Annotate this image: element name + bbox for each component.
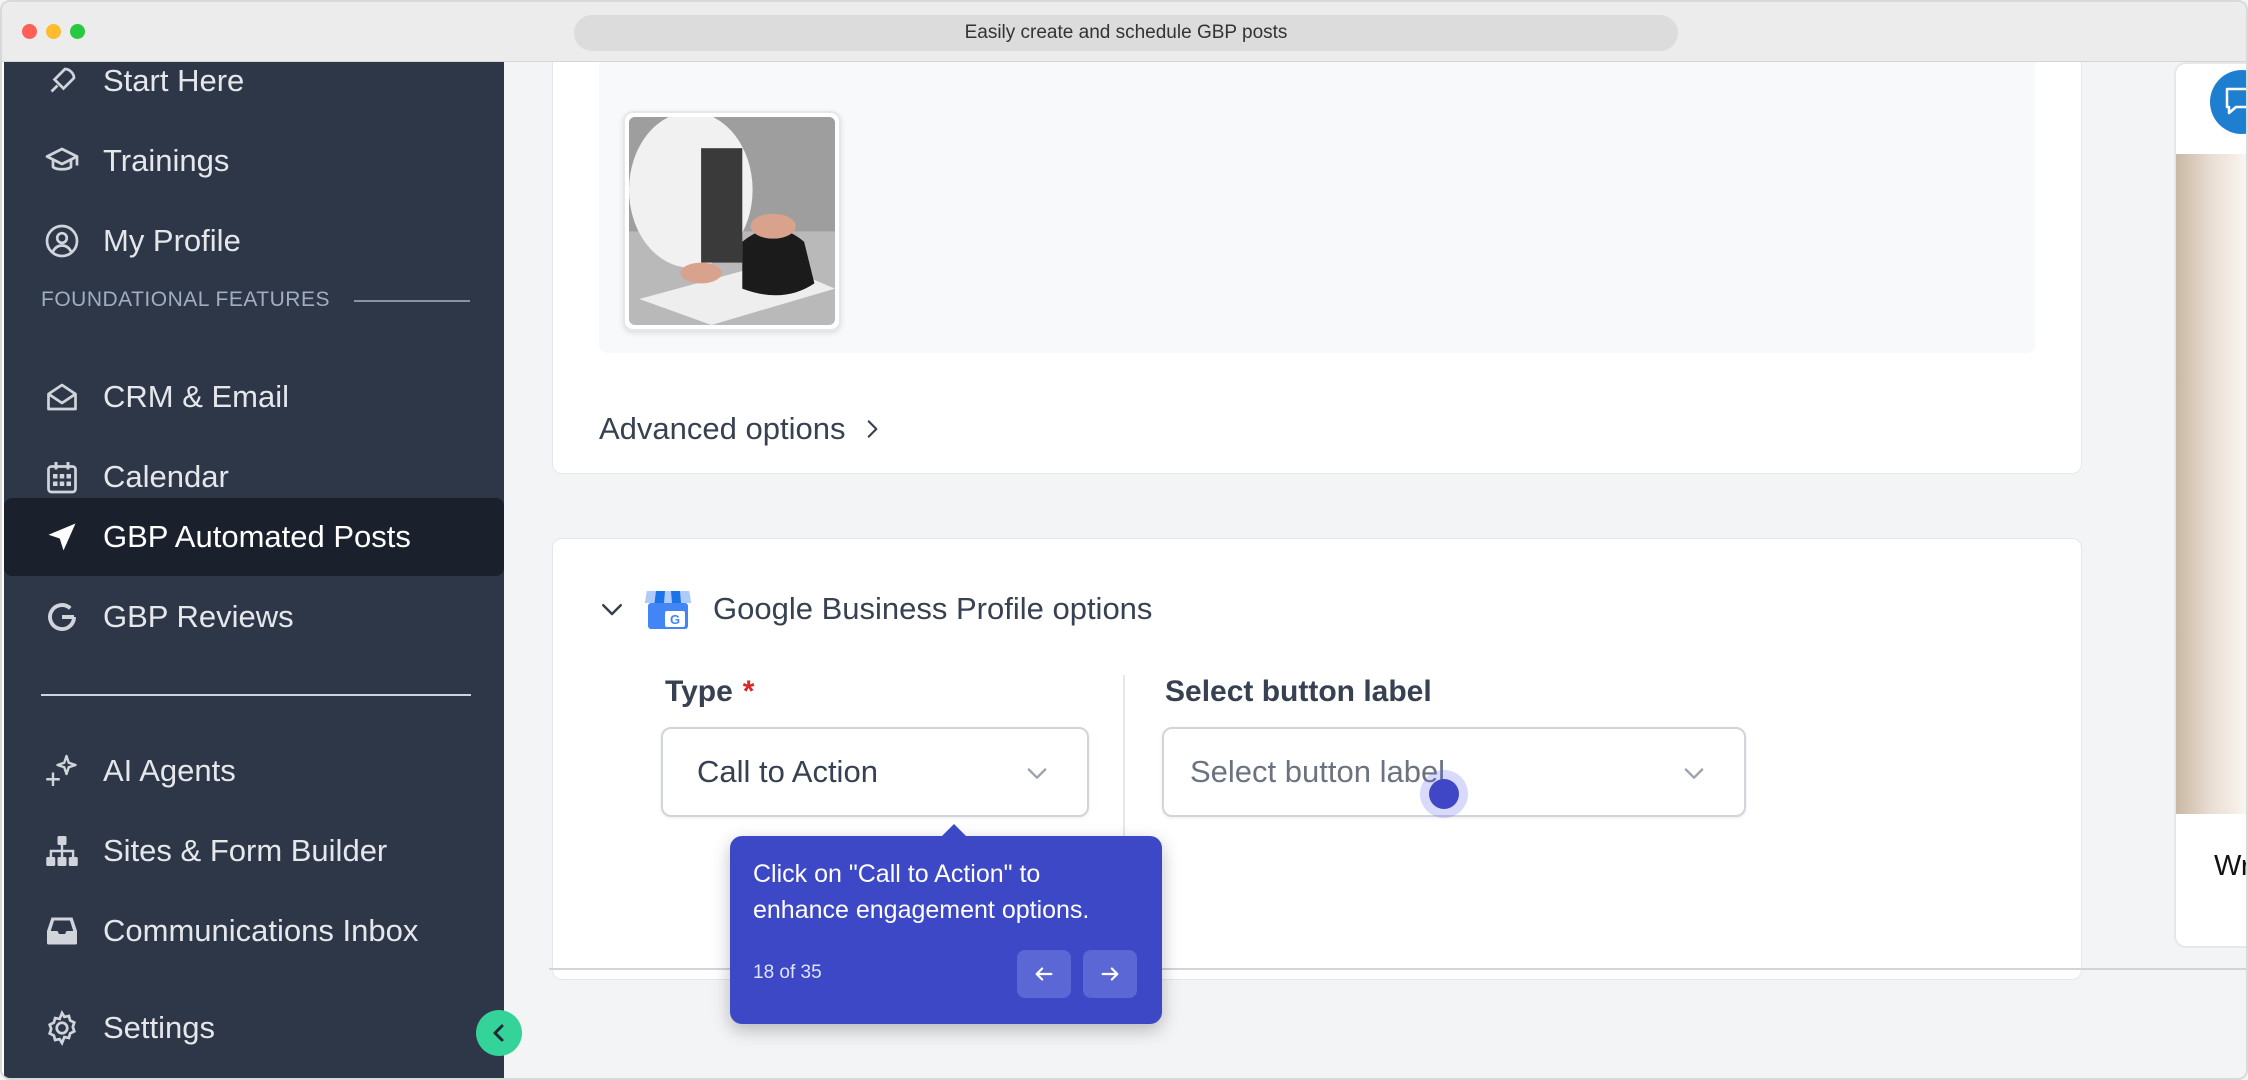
sidebar-item-label: Trainings bbox=[103, 143, 230, 178]
type-label-text: Type bbox=[665, 675, 733, 708]
preview-image bbox=[2176, 154, 2246, 814]
tooltip-step-counter: 18 of 35 bbox=[753, 962, 822, 983]
close-window-button[interactable] bbox=[22, 24, 37, 39]
user-circle-icon bbox=[44, 223, 80, 259]
sidebar-item-label: Communications Inbox bbox=[103, 913, 419, 948]
section-divider bbox=[354, 300, 470, 302]
envelope-open-icon bbox=[44, 379, 80, 415]
chevron-down-icon bbox=[1027, 768, 1047, 779]
sidebar-item-crm-email[interactable]: CRM & Email bbox=[4, 358, 504, 436]
inbox-icon bbox=[44, 913, 80, 949]
field-separator bbox=[1123, 675, 1125, 841]
sidebar-item-label: CRM & Email bbox=[103, 379, 290, 414]
media-area bbox=[599, 62, 2035, 353]
gbp-options-title: Google Business Profile options bbox=[713, 591, 1153, 626]
sidebar-item-label: Sites & Form Builder bbox=[103, 833, 388, 868]
google-business-store-icon: G bbox=[645, 591, 691, 629]
sidebar-item-settings[interactable]: Settings bbox=[4, 989, 504, 1067]
chat-bubble-icon[interactable] bbox=[2210, 70, 2246, 134]
graduation-cap-icon bbox=[44, 143, 80, 179]
arrow-left-icon bbox=[1035, 967, 1053, 981]
sidebar-item-ai-agents[interactable]: AI Agents bbox=[4, 732, 504, 810]
app-window: Easily create and schedule GBP posts Sta… bbox=[0, 0, 2248, 1080]
sidebar-item-label: GBP Automated Posts bbox=[103, 519, 411, 554]
sidebar-item-label: AI Agents bbox=[103, 753, 236, 788]
advanced-options-toggle[interactable]: Advanced options bbox=[599, 411, 885, 447]
collapse-sidebar-button[interactable] bbox=[476, 1010, 522, 1056]
tooltip-prev-button[interactable] bbox=[1017, 950, 1071, 998]
google-icon bbox=[44, 599, 80, 635]
gear-icon bbox=[44, 1010, 80, 1046]
media-thumbnail[interactable] bbox=[623, 111, 841, 331]
sidebar-item-label: My Profile bbox=[103, 223, 241, 258]
sidebar-item-gbp-reviews[interactable]: GBP Reviews bbox=[4, 578, 504, 656]
type-select[interactable]: Call to Action bbox=[661, 727, 1089, 817]
sidebar-item-sites-form-builder[interactable]: Sites & Form Builder bbox=[4, 812, 504, 890]
sidebar: Start Here Trainings My Profile FOUNDATI… bbox=[4, 62, 504, 1078]
chevron-right-icon bbox=[868, 420, 878, 438]
sidebar-item-gbp-automated-posts[interactable]: GBP Automated Posts bbox=[4, 498, 504, 576]
post-preview-card: Wr bbox=[2174, 62, 2248, 948]
sidebar-divider bbox=[41, 694, 471, 696]
chevron-down-icon bbox=[1684, 768, 1704, 779]
sidebar-item-trainings[interactable]: Trainings bbox=[4, 122, 504, 200]
guide-hotspot[interactable] bbox=[1420, 770, 1468, 818]
advanced-options-label: Advanced options bbox=[599, 411, 846, 446]
guide-tooltip: Click on "Call to Action" to enhance eng… bbox=[730, 824, 1162, 1024]
type-select-value: Call to Action bbox=[697, 754, 878, 789]
sidebar-item-start-here[interactable]: Start Here bbox=[4, 42, 504, 120]
maximize-window-button[interactable] bbox=[70, 24, 85, 39]
minimize-window-button[interactable] bbox=[46, 24, 61, 39]
sidebar-item-communications-inbox[interactable]: Communications Inbox bbox=[4, 892, 504, 970]
location-arrow-icon bbox=[44, 519, 80, 555]
chevron-left-icon bbox=[493, 1024, 504, 1042]
rocket-icon bbox=[44, 63, 80, 99]
gbp-options-header[interactable]: G Google Business Profile options bbox=[597, 587, 1152, 631]
tooltip-next-button[interactable] bbox=[1083, 950, 1137, 998]
type-field-label: Type * bbox=[665, 675, 754, 709]
required-marker: * bbox=[742, 675, 755, 708]
sparkles-icon bbox=[44, 753, 80, 789]
sitemap-icon bbox=[44, 833, 80, 869]
preview-text: Wr bbox=[2214, 850, 2248, 882]
tooltip-message: Click on "Call to Action" to enhance eng… bbox=[753, 860, 1090, 924]
sidebar-item-label: Calendar bbox=[103, 459, 229, 494]
button-label-field-label: Select button label bbox=[1165, 675, 1432, 708]
post-media-card: Advanced options bbox=[552, 62, 2082, 474]
window-title: Easily create and schedule GBP posts bbox=[574, 15, 1678, 51]
sidebar-item-label: GBP Reviews bbox=[103, 599, 294, 634]
sidebar-item-my-profile[interactable]: My Profile bbox=[4, 202, 504, 280]
arrow-right-icon bbox=[1101, 967, 1119, 981]
sidebar-item-label: Settings bbox=[103, 1010, 216, 1045]
thumbnail-photo bbox=[629, 117, 835, 325]
sidebar-item-label: Start Here bbox=[103, 63, 245, 98]
section-label-foundational: FOUNDATIONAL FEATURES bbox=[41, 288, 330, 311]
svg-text:G: G bbox=[670, 612, 680, 627]
button-label-placeholder: Select button label bbox=[1190, 754, 1446, 789]
chevron-down-icon bbox=[602, 604, 622, 616]
calendar-icon bbox=[44, 459, 80, 495]
